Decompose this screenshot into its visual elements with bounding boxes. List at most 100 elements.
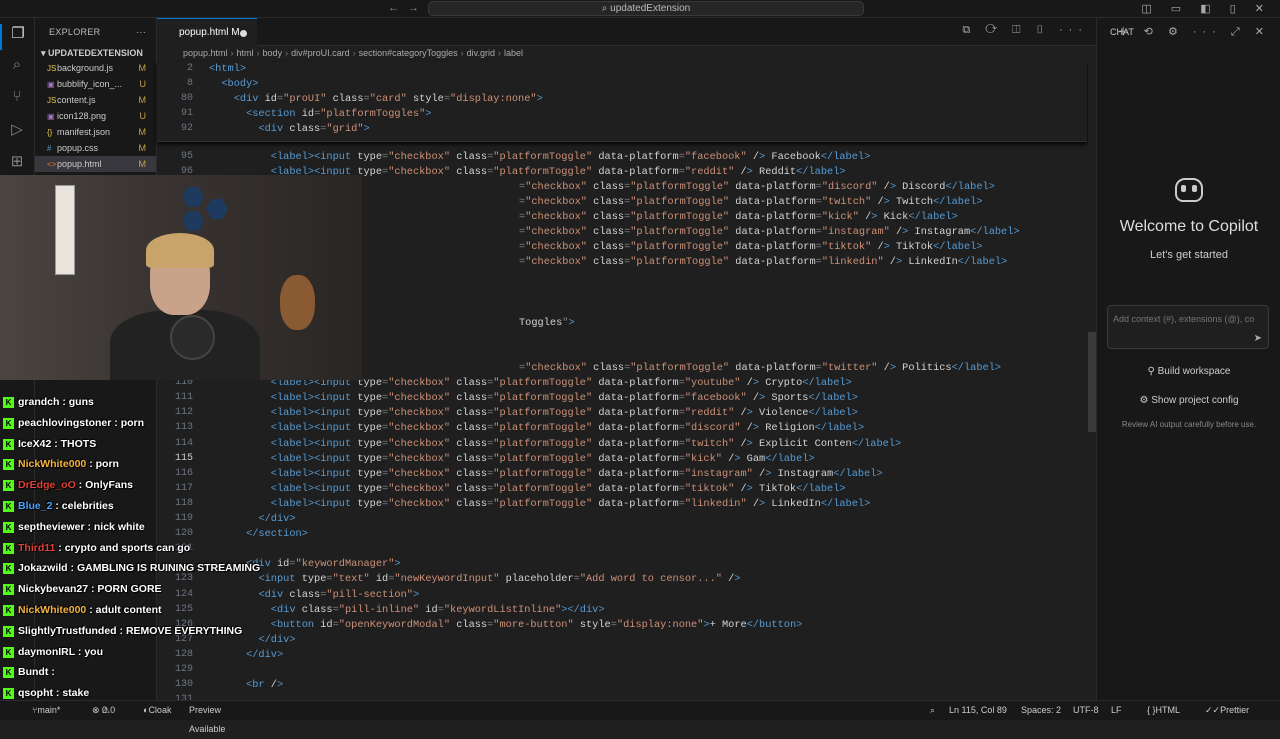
chat-username: Jokazwild bbox=[18, 562, 68, 575]
file-item[interactable]: ▣ icon128.png U bbox=[35, 108, 156, 124]
search-icon[interactable]: ⌕ bbox=[0, 56, 34, 82]
cursor-position[interactable]: Ln 115, Col 89 bbox=[949, 701, 1007, 720]
chat-username: DrEdge_oO bbox=[18, 479, 76, 492]
file-name: content.js bbox=[57, 95, 96, 105]
send-icon[interactable]: ➤ bbox=[1254, 333, 1262, 344]
stream-chat-message: K NickWhite000 : porn bbox=[3, 458, 119, 471]
project-folder[interactable]: ▾ UPDATEDEXTENSION bbox=[35, 46, 156, 60]
problems-indicator[interactable]: ⊗ 0 ⚠ 0 bbox=[92, 701, 115, 720]
tab-popup-html[interactable]: popup.html M bbox=[157, 18, 257, 46]
code-line[interactable]: <button id="openKeywordModal" class="mor… bbox=[209, 619, 803, 631]
code-line[interactable]: <label><input type="checkbox" class="pla… bbox=[209, 151, 871, 163]
sticky-code-line[interactable]: <section id="platformToggles"> bbox=[209, 108, 431, 120]
more-actions-icon[interactable]: ··· bbox=[136, 18, 146, 46]
sticky-code-line[interactable]: <html> bbox=[209, 63, 246, 75]
encoding[interactable]: UTF-8 bbox=[1073, 701, 1099, 720]
line-number: 2 bbox=[186, 63, 193, 74]
line-number: 80 bbox=[180, 93, 193, 105]
chat-username: SlightlyTrustfunded bbox=[18, 624, 117, 637]
show-project-config-button[interactable]: ⚙ Show project config bbox=[1097, 395, 1280, 406]
stream-chat-message: KdaymonIRL : you bbox=[3, 646, 103, 658]
breadcrumb-item[interactable]: html bbox=[237, 48, 254, 58]
file-name: bubblify_icon_... bbox=[57, 79, 123, 89]
file-name: icon128.png bbox=[57, 111, 107, 121]
sticky-code-line[interactable]: <div class="grid"> bbox=[209, 123, 369, 135]
code-line[interactable]: <label><input type="checkbox" class="pla… bbox=[209, 483, 846, 495]
forward-arrow-icon[interactable]: → bbox=[408, 2, 419, 14]
file-item[interactable]: JScontent.js M bbox=[35, 92, 156, 108]
file-item[interactable]: <>popup.html M bbox=[35, 156, 156, 172]
code-line[interactable]: ="checkbox" class="platformToggle" data-… bbox=[519, 256, 1007, 268]
chat-text: you bbox=[84, 645, 103, 658]
chat-username: NickWhite000 bbox=[18, 604, 87, 616]
prettier-indicator[interactable]: ✓✓ Prettier bbox=[1205, 701, 1249, 720]
command-center-search[interactable]: ⌕ updatedExtension bbox=[428, 1, 864, 16]
code-line[interactable]: <label><input type="checkbox" class="pla… bbox=[209, 453, 815, 465]
source-control-icon[interactable]: ⑂ bbox=[0, 88, 34, 114]
chat-input[interactable] bbox=[1108, 306, 1263, 332]
back-arrow-icon[interactable]: ← bbox=[388, 2, 399, 14]
stream-chat-message: K Bundt : bbox=[3, 666, 55, 679]
file-item[interactable]: JSbackground.js M bbox=[35, 60, 156, 76]
code-line[interactable]: <label><input type="checkbox" class="pla… bbox=[209, 468, 883, 480]
chat-text: adult content bbox=[95, 604, 162, 616]
css-file-icon: # bbox=[47, 144, 52, 153]
code-line[interactable]: ="checkbox" class="platformToggle" data-… bbox=[519, 211, 958, 223]
breadcrumb-item[interactable]: section#categoryToggles bbox=[359, 48, 458, 58]
branch-indicator[interactable]: ⑂ main* bbox=[32, 701, 60, 720]
sticky-code-line[interactable]: <div id="proUI" class="card" style="disp… bbox=[209, 93, 543, 105]
code-line[interactable]: ="checkbox" class="platformToggle" data-… bbox=[519, 226, 1020, 238]
editor-actions[interactable]: ⧉ ⟳ ◫ ▯ ··· bbox=[962, 24, 1088, 37]
welcome-subtitle: Let's get started bbox=[1150, 249, 1228, 261]
layout-controls[interactable]: ◫ ▭ ◧ ▯ ✕ bbox=[1141, 2, 1272, 15]
indentation[interactable]: Spaces: 2 bbox=[1021, 701, 1061, 720]
breadcrumb-item[interactable]: popup.html bbox=[183, 48, 228, 58]
sticky-code-line[interactable]: <body> bbox=[209, 78, 258, 90]
code-line[interactable]: <label><input type="checkbox" class="pla… bbox=[209, 422, 864, 434]
build-workspace-button[interactable]: ⚲ Build workspace bbox=[1097, 366, 1280, 377]
file-item[interactable]: {} manifest.json M bbox=[35, 124, 156, 140]
scrollbar-thumb[interactable] bbox=[1088, 332, 1096, 432]
code-line[interactable]: ="checkbox" class="platformToggle" data-… bbox=[519, 181, 995, 193]
git-status-badge: M bbox=[138, 143, 147, 153]
line-ending[interactable]: LF bbox=[1111, 701, 1122, 720]
breadcrumb-separator: › bbox=[285, 48, 289, 58]
breadcrumb-item[interactable]: label bbox=[504, 48, 523, 58]
file-name: background.js bbox=[57, 63, 114, 73]
code-line[interactable]: <label><input type="checkbox" class="pla… bbox=[209, 438, 901, 450]
stream-chat-message: K IceX42 : THOTS bbox=[3, 438, 96, 450]
code-line[interactable]: ="checkbox" class="platformToggle" data-… bbox=[519, 362, 1001, 374]
run-debug-icon[interactable]: ▷ bbox=[0, 120, 34, 146]
line-number: 8 bbox=[186, 78, 193, 90]
code-line[interactable]: <label><input type="checkbox" class="pla… bbox=[209, 392, 858, 404]
language-mode[interactable]: { } HTML bbox=[1147, 701, 1180, 720]
breadcrumb-item[interactable]: body bbox=[263, 48, 283, 58]
file-item[interactable]: # popup.css M bbox=[35, 140, 156, 156]
sticky-scroll-header[interactable]: 2 <html> 8 <body> 80 <div id="proUI" class=… bbox=[157, 62, 1087, 142]
cloak-indicator[interactable]: ◐ Cloak bbox=[143, 701, 171, 720]
chat-input-box[interactable]: ➤ bbox=[1107, 305, 1269, 349]
code-editor[interactable]: 95 <label><input type="checkbox" class="… bbox=[157, 62, 1087, 705]
explorer-files-icon[interactable]: ❐ bbox=[0, 24, 34, 50]
zoom-icon[interactable]: ⌕ bbox=[930, 701, 935, 720]
chat-separator: : bbox=[48, 666, 55, 679]
code-line[interactable]: ="checkbox" class="platformToggle" data-… bbox=[519, 196, 983, 208]
code-line[interactable]: <label><input type="checkbox" class="pla… bbox=[209, 407, 858, 419]
code-line[interactable]: ="checkbox" class="platformToggle" data-… bbox=[519, 241, 983, 253]
copilot-chat-panel: CHAT ＋ ⟲ ⚙ ··· ⤢ ✕ Welcome to Copilot Le… bbox=[1096, 18, 1280, 700]
chat-header-actions[interactable]: ＋ ⟲ ⚙ ··· ⤢ ✕ bbox=[1118, 18, 1270, 46]
status-bar: ⑂ main* ⊗ 0 ⚠ 0 ◐ Cloak Preview Availabl… bbox=[0, 700, 1280, 734]
stream-chat-message: K Blue_2 : celebrities bbox=[3, 500, 114, 512]
code-line[interactable]: <label><input type="checkbox" class="pla… bbox=[209, 498, 871, 510]
ai-disclaimer: Review AI output carefully before use. bbox=[1121, 420, 1257, 429]
streamer-hair bbox=[146, 233, 214, 268]
editor-scrollbar[interactable] bbox=[1088, 62, 1096, 700]
file-item[interactable]: ▣ bubblify_icon_... U bbox=[35, 76, 156, 92]
code-line[interactable]: Toggles"> bbox=[519, 317, 575, 329]
breadcrumb-item[interactable]: div#proUI.card bbox=[291, 48, 350, 58]
unsaved-dot-icon[interactable] bbox=[240, 30, 247, 37]
chat-separator: : bbox=[74, 645, 85, 658]
breadcrumb-item[interactable]: div.grid bbox=[467, 48, 495, 58]
prettier-label: Prettier bbox=[1220, 705, 1250, 715]
chat-username: Bundt bbox=[18, 666, 49, 679]
